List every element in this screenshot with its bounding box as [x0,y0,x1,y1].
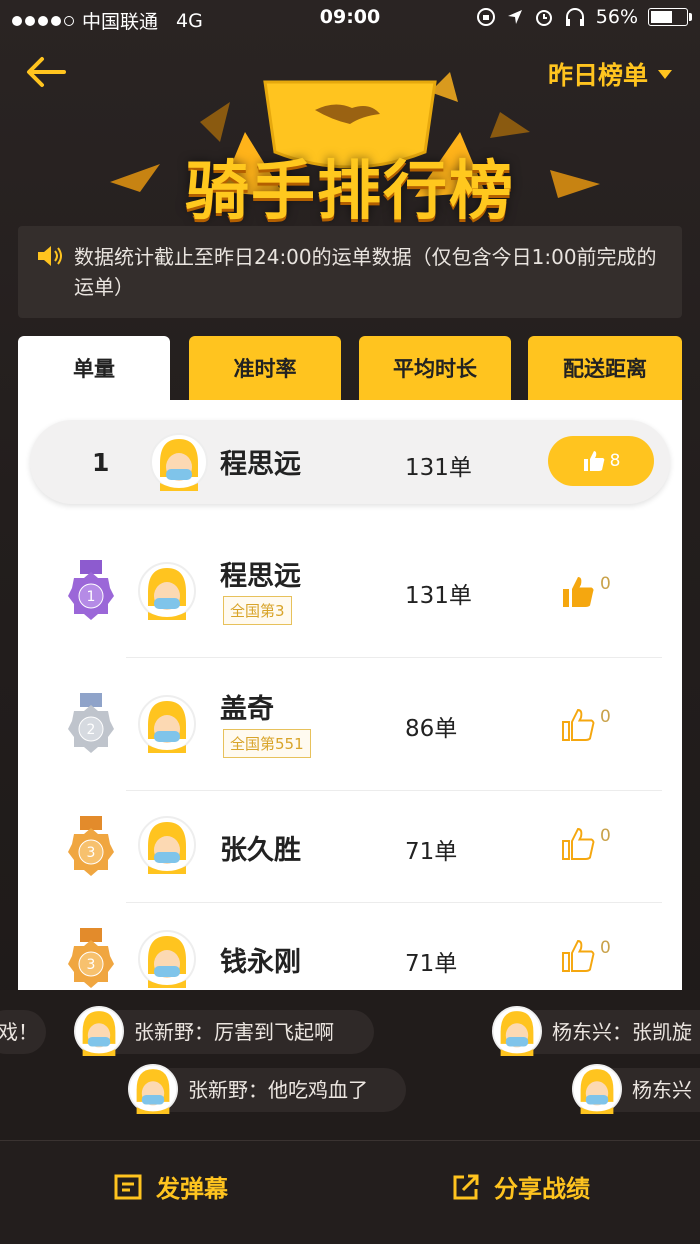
bottom-action-bar: 发弹幕 分享战绩 [0,1141,700,1244]
thumbs-up-outline-icon [562,828,595,860]
order-count: 131单 [405,455,472,481]
danmaku-bubble: 张新野：厉害到飞起啊 [74,1006,374,1056]
danmaku-bubble: 杨东兴：张凯旋 [492,1006,700,1056]
silver-medal-icon: 2 [68,693,114,753]
avatar [150,433,208,491]
notice-text: 数据统计截止至昨日24:00的运单数据（仅包含今日1:00前完成的运单） [74,245,657,299]
order-count: 86单 [405,716,458,742]
tab-on-time-rate[interactable]: 准时率 [189,336,341,402]
danmaku-text: 杨东兴：张凯旋 [552,1020,692,1044]
danmaku-icon [114,1174,142,1199]
chevron-down-icon [658,69,672,79]
location-icon [507,10,522,24]
national-rank-badge: 全国第3 [223,596,292,625]
my-rank-number: 1 [92,448,110,477]
send-danmaku-label: 发弹幕 [156,1175,228,1203]
purple-medal-icon: 1 [68,560,114,620]
avatar [74,1006,124,1056]
back-arrow-icon[interactable] [24,52,68,92]
like-count: 0 [600,707,611,727]
like-count: 0 [600,826,611,846]
avatar [138,930,196,988]
avatar [128,1064,178,1114]
avatar [492,1006,542,1056]
rotation-lock-icon [476,8,495,26]
svg-text:3: 3 [87,957,96,973]
tab-orders[interactable]: 单量 [18,336,170,402]
share-button[interactable]: 分享战绩 [452,1169,590,1204]
avatar [572,1064,622,1114]
tab-delivery-distance[interactable]: 配送距离 [528,336,682,402]
rider-name: 盖奇 [220,694,274,725]
share-icon [453,1174,479,1199]
danmaku-text: 杨东兴 [632,1078,692,1102]
ranking-row: 2 盖奇 全国第551 86单 0 [18,683,682,813]
like-button[interactable]: 0 [560,826,611,862]
alarm-icon [535,10,552,26]
like-button[interactable]: 8 [548,436,654,486]
share-label: 分享战绩 [494,1175,590,1203]
order-count: 71单 [405,839,458,865]
speaker-icon [38,246,62,266]
danmaku-text: 张新野：厉害到飞起啊 [134,1020,334,1044]
danmaku-text: 张新野：他吃鸡血了 [188,1078,368,1102]
like-count: 8 [609,451,621,471]
metric-tabs: 单量 准时率 平均时长 配送距离 [18,336,682,402]
thumbs-up-icon [583,451,604,471]
ranking-row: 1 程思远 全国第3 131单 0 [18,550,682,680]
svg-text:2: 2 [87,722,96,738]
svg-text:1: 1 [87,589,96,605]
like-count: 0 [600,938,611,958]
rider-name: 程思远 [220,561,301,592]
rider-name: 钱永刚 [220,947,301,978]
like-count: 0 [600,574,611,594]
national-rank-badge: 全国第551 [223,729,311,758]
bronze-medal-icon: 3 [68,816,114,876]
divider [126,790,662,791]
danmaku-bubble: 张新野：他吃鸡血了 [128,1064,406,1114]
avatar [138,816,196,874]
tab-average-duration[interactable]: 平均时长 [359,336,511,402]
status-bar: 中国联通 4G 09:00 56% [0,0,700,36]
divider [126,902,662,903]
headphones-icon [565,8,584,26]
order-count: 131单 [405,583,472,609]
battery-label: 56% [595,6,638,28]
order-count: 71单 [405,951,458,977]
danmaku-text: 戏！ [0,1020,38,1044]
divider [126,657,662,658]
avatar [138,562,196,620]
thumbs-up-outline-icon [562,940,595,972]
danmaku-area: 戏！ 张新野：厉害到飞起啊 杨东兴：张凯旋 张新野：他吃鸡血了 杨东兴 [0,990,700,1140]
ranking-row: 3 钱永刚 71单 0 [18,928,682,992]
like-button[interactable]: 0 [560,574,611,610]
rider-name: 张久胜 [220,835,301,866]
ranking-list: 1 程思远 131单 8 1 程思远 全国第3 131单 0 2 盖奇 全国第5… [18,400,682,992]
svg-text:3: 3 [87,845,96,861]
avatar [138,695,196,753]
danmaku-bubble: 杨东兴 [572,1064,700,1114]
battery-icon [648,8,692,26]
send-danmaku-button[interactable]: 发弹幕 [114,1169,228,1204]
data-notice: 数据统计截止至昨日24:00的运单数据（仅包含今日1:00前完成的运单） [18,226,682,318]
like-button[interactable]: 0 [560,707,611,743]
thumbs-up-outline-icon [562,709,595,741]
thumbs-up-icon [563,577,594,607]
danmaku-bubble: 戏！ [0,1010,46,1054]
rider-ranking-page: 中国联通 4G 09:00 56% 昨日榜单 骑手排行榜 数据统计截止至昨日24… [0,0,700,1244]
ranking-row: 3 张久胜 71单 0 [18,816,682,928]
page-title: 骑手排行榜 [185,155,515,229]
like-button[interactable]: 0 [560,938,611,974]
rider-name: 程思远 [220,449,301,480]
bronze-medal-icon: 3 [68,928,114,988]
